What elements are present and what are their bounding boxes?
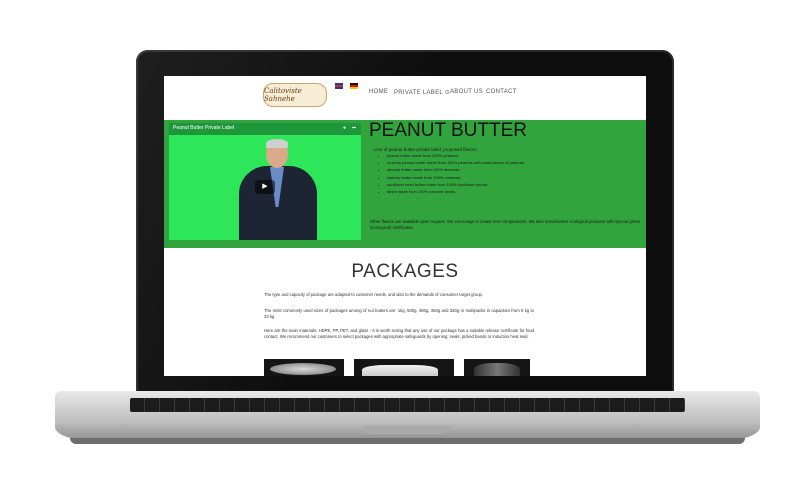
play-icon[interactable]: ▶ bbox=[255, 180, 275, 194]
uk-flag-icon[interactable] bbox=[335, 83, 343, 89]
site-logo[interactable]: Calitoviste Sahnehe bbox=[263, 83, 327, 107]
list-item: almond butter made from 100% almonds; bbox=[387, 167, 562, 172]
package-image-lid bbox=[264, 359, 344, 376]
flavors-list: peanut butter made from 100% peanuts; cr… bbox=[382, 153, 562, 196]
hero-note: Other flavors are available upon request… bbox=[370, 219, 640, 230]
de-flag-icon[interactable] bbox=[350, 83, 358, 89]
list-item: peanut butter made from 100% peanuts; bbox=[387, 153, 562, 158]
list-item: cashew butter made from 100% cashews; bbox=[387, 175, 562, 180]
site-header: Calitoviste Sahnehe HOME PRIVATE LABEL ⊙… bbox=[164, 76, 646, 120]
hero-section: Peanut Butter Private Label ● ➦ ▶ PEANUT… bbox=[164, 120, 646, 248]
list-item: sunflower seed butter made from 100% sun… bbox=[387, 182, 562, 187]
packages-paragraph: The type and capacity of package are ada… bbox=[264, 292, 484, 297]
laptop-keyboard bbox=[130, 398, 685, 412]
package-jar-shape bbox=[474, 363, 520, 376]
list-item: tahini made from 100% sesame seeds. bbox=[387, 189, 562, 194]
logo-text: Calitoviste Sahnehe bbox=[264, 87, 302, 103]
video-title: Peanut Butter Private Label bbox=[173, 125, 235, 131]
packages-paragraph: Here are the main materials: HDPE, PP, P… bbox=[264, 328, 534, 340]
share-icon[interactable]: ➦ bbox=[352, 125, 356, 131]
packages-title: PACKAGES bbox=[351, 261, 459, 282]
hero-lead: Line of peanut butter private label, pro… bbox=[374, 147, 478, 152]
video-player[interactable]: Peanut Butter Private Label ● ➦ ▶ bbox=[169, 123, 361, 240]
nav-private-label[interactable]: PRIVATE LABEL ⊙ bbox=[394, 89, 450, 96]
laptop-notch bbox=[365, 426, 450, 434]
list-item: crunchy peanut butter made from 100% pea… bbox=[387, 160, 562, 165]
presenter-hair bbox=[266, 139, 288, 148]
package-sleeve-shape bbox=[362, 365, 438, 376]
presenter-image bbox=[237, 139, 327, 240]
package-image-sleeve bbox=[354, 359, 454, 376]
nav-about-us[interactable]: ABOUT US bbox=[450, 89, 483, 95]
packages-paragraph: The most commonly used sizes of packages… bbox=[264, 308, 534, 320]
nav-home[interactable]: HOME bbox=[369, 89, 388, 95]
package-lid-shape bbox=[270, 363, 336, 375]
laptop-base-edge bbox=[70, 438, 745, 444]
clock-icon[interactable]: ● bbox=[343, 125, 346, 131]
package-image-jar bbox=[464, 359, 530, 376]
hero-title: PEANUT BUTTER bbox=[369, 120, 528, 141]
nav-contact[interactable]: CONTACT bbox=[486, 89, 517, 95]
laptop-screen: Calitoviste Sahnehe HOME PRIVATE LABEL ⊙… bbox=[164, 76, 646, 376]
